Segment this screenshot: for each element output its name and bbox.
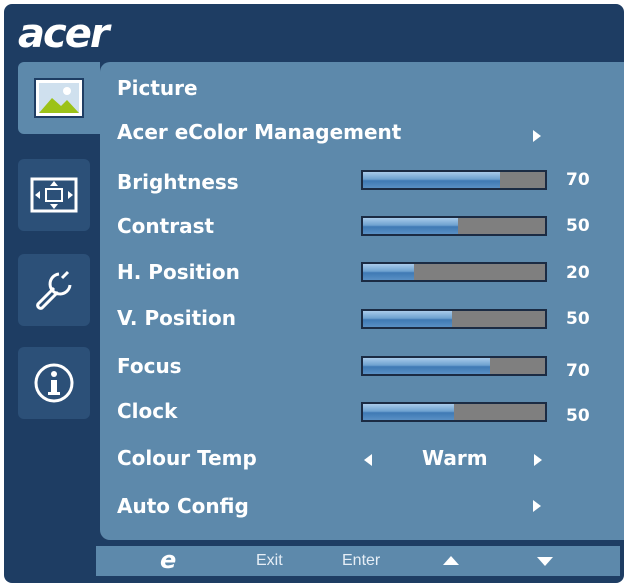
colour-temp-label: Colour Temp xyxy=(117,446,257,470)
enter-label[interactable]: Enter xyxy=(342,551,380,571)
h-position-value: 20 xyxy=(566,263,590,283)
h-position-slider-fill xyxy=(363,264,414,280)
page-title: Picture xyxy=(117,76,198,100)
v-position-label: V. Position xyxy=(117,306,237,330)
ecolor-management-item[interactable]: Acer eColor Management xyxy=(117,120,401,144)
tab-settings[interactable] xyxy=(18,254,90,326)
auto-config-item[interactable]: Auto Config xyxy=(117,494,249,518)
brightness-slider-fill xyxy=(363,172,500,188)
footer-bar: e Exit Enter xyxy=(96,546,620,576)
settings-wrench-icon xyxy=(36,270,72,310)
brightness-slider[interactable] xyxy=(361,170,547,190)
osd-window: acer xyxy=(4,4,624,583)
brightness-value: 70 xyxy=(566,170,590,190)
e-key-logo[interactable]: e xyxy=(160,546,176,574)
clock-label: Clock xyxy=(117,399,178,423)
v-position-slider[interactable] xyxy=(361,309,547,329)
focus-slider[interactable] xyxy=(361,356,547,376)
position-icon xyxy=(30,177,78,213)
contrast-slider[interactable] xyxy=(361,216,547,236)
arrow-left-icon[interactable] xyxy=(364,454,372,466)
contrast-value: 50 xyxy=(566,216,590,236)
arrow-right-icon[interactable] xyxy=(534,454,542,466)
info-icon xyxy=(34,363,74,403)
h-position-slider[interactable] xyxy=(361,262,547,282)
acer-logo: acer xyxy=(18,11,110,57)
h-position-label: H. Position xyxy=(117,260,240,284)
tab-picture[interactable] xyxy=(18,62,100,134)
arrow-right-icon[interactable] xyxy=(533,130,541,142)
picture-icon xyxy=(34,78,84,118)
tab-information[interactable] xyxy=(18,347,90,419)
focus-slider-fill xyxy=(363,358,491,374)
clock-value: 50 xyxy=(566,406,590,426)
clock-slider-fill xyxy=(363,404,454,420)
contrast-slider-fill xyxy=(363,218,458,234)
triangle-down-icon[interactable] xyxy=(537,557,553,566)
brightness-label: Brightness xyxy=(117,170,239,194)
exit-label[interactable]: Exit xyxy=(256,551,283,571)
triangle-up-icon[interactable] xyxy=(443,556,459,565)
colour-temp-value[interactable]: Warm xyxy=(422,446,494,470)
v-position-value: 50 xyxy=(566,309,590,329)
arrow-right-icon[interactable] xyxy=(533,500,541,512)
tab-position[interactable] xyxy=(18,159,90,231)
focus-value: 70 xyxy=(566,361,590,381)
clock-slider[interactable] xyxy=(361,402,547,422)
focus-label: Focus xyxy=(117,354,182,378)
contrast-label: Contrast xyxy=(117,214,215,238)
v-position-slider-fill xyxy=(363,311,453,327)
